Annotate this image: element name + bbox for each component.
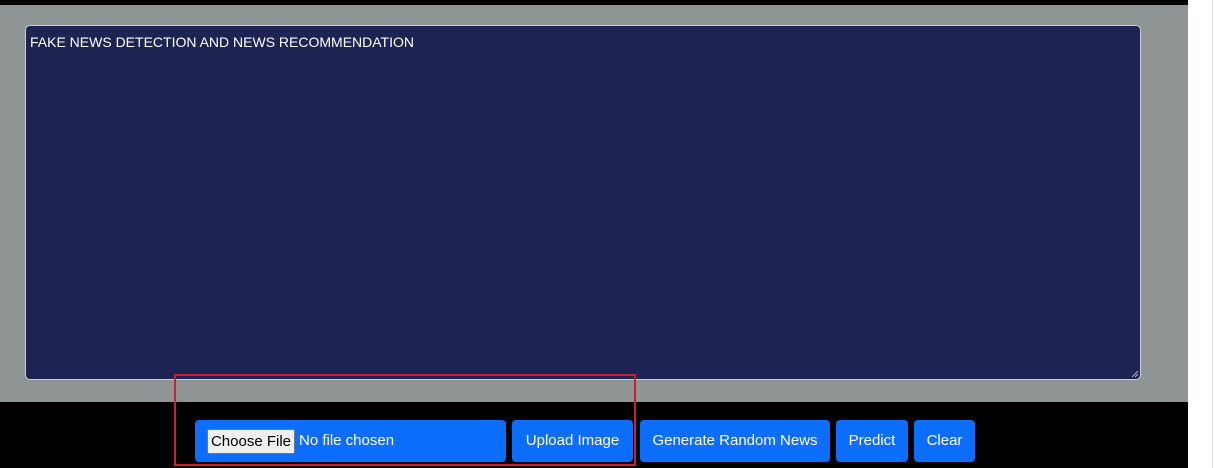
clear-button[interactable]: Clear xyxy=(914,420,975,462)
scrollbar-divider xyxy=(1212,0,1213,468)
action-toolbar: Choose File No file chosen Upload Image … xyxy=(0,402,1188,468)
news-textarea[interactable]: FAKE NEWS DETECTION AND NEWS RECOMMENDAT… xyxy=(25,25,1141,380)
predict-button[interactable]: Predict xyxy=(836,420,908,462)
choose-file-button[interactable]: Choose File xyxy=(207,429,295,454)
page-margin xyxy=(1188,0,1215,468)
image-file-input[interactable]: Choose File No file chosen xyxy=(195,420,506,462)
file-status-text: No file chosen xyxy=(299,432,395,449)
app-window: FAKE NEWS DETECTION AND NEWS RECOMMENDAT… xyxy=(0,0,1188,468)
news-panel: FAKE NEWS DETECTION AND NEWS RECOMMENDAT… xyxy=(0,5,1188,402)
generate-random-news-button[interactable]: Generate Random News xyxy=(640,420,830,462)
upload-image-button[interactable]: Upload Image xyxy=(512,420,633,462)
